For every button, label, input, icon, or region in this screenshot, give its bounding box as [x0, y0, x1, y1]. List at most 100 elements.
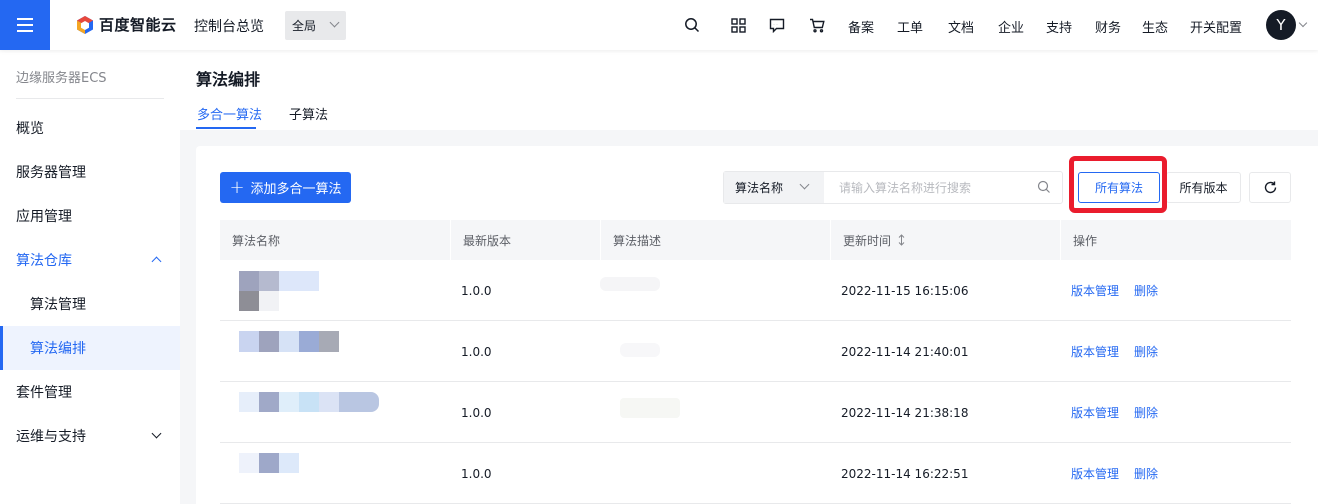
top-nav-bar: 百度智能云 控制台总览 全局 备案 工单 文档 企业 支持 财务 生态 开关配置…	[0, 0, 1318, 50]
sidebar-item-label: 算法仓库	[16, 253, 72, 269]
actions-cell: 版本管理 删除	[1071, 382, 1158, 443]
search-field-select[interactable]: 算法名称	[724, 172, 824, 203]
nav-link-enterprise[interactable]: 企业	[998, 17, 1024, 36]
active-tab-indicator	[196, 127, 256, 129]
menu-icon[interactable]	[0, 0, 50, 50]
add-button-label: 添加多合一算法	[250, 182, 342, 197]
redacted-description	[620, 398, 680, 418]
sidebar-item-algorithm-repo[interactable]: 算法仓库	[0, 238, 180, 282]
table-header: 算法名称 最新版本 算法描述 更新时间 操作	[220, 220, 1291, 260]
version-manage-link[interactable]: 版本管理	[1071, 404, 1119, 421]
sidebar: 边缘服务器ECS 概览 服务器管理 应用管理 算法仓库 算法管理 算法编排 套件…	[0, 50, 180, 504]
column-header-label: 算法描述	[613, 233, 662, 248]
nav-link-docs[interactable]: 文档	[948, 17, 974, 36]
actions-cell: 版本管理 删除	[1071, 321, 1158, 382]
brand-logo[interactable]: 百度智能云	[75, 14, 177, 35]
updated-time-cell: 2022-11-14 21:40:01	[841, 344, 969, 359]
tab-multi-in-one[interactable]: 多合一算法	[197, 104, 262, 123]
nav-link-ticket[interactable]: 工单	[897, 17, 923, 36]
column-header-label: 最新版本	[463, 233, 512, 248]
search-input[interactable]	[825, 172, 1035, 203]
sidebar-item-servers[interactable]: 服务器管理	[0, 150, 180, 194]
search-box: 算法名称	[723, 171, 1063, 204]
redacted-name	[319, 331, 339, 352]
nav-link-finance[interactable]: 财务	[1095, 17, 1121, 36]
sidebar-item-apps[interactable]: 应用管理	[0, 194, 180, 238]
version-manage-link[interactable]: 版本管理	[1071, 282, 1119, 299]
chevron-down-icon	[329, 17, 340, 28]
sidebar-item-suites[interactable]: 套件管理	[0, 370, 180, 414]
add-multi-algorithm-button[interactable]: + 添加多合一算法	[220, 172, 351, 203]
delete-link[interactable]: 删除	[1134, 404, 1158, 421]
avatar[interactable]: Y	[1266, 10, 1296, 40]
brand-logo-icon	[77, 15, 93, 34]
redacted-name	[239, 331, 259, 352]
version-manage-link[interactable]: 版本管理	[1071, 465, 1119, 482]
tab-sub-algorithm[interactable]: 子算法	[289, 104, 328, 123]
plus-icon: +	[229, 176, 245, 198]
sidebar-item-overview[interactable]: 概览	[0, 106, 180, 150]
search-icon[interactable]	[682, 15, 702, 35]
console-overview-link[interactable]: 控制台总览	[194, 16, 264, 36]
nav-link-filing[interactable]: 备案	[848, 17, 874, 36]
version-cell: 1.0.0	[461, 405, 492, 420]
version-cell: 1.0.0	[461, 344, 492, 359]
sidebar-item-label: 应用管理	[16, 209, 72, 225]
message-icon[interactable]	[767, 15, 787, 35]
redacted-name	[239, 392, 259, 412]
redacted-name	[239, 291, 259, 311]
actions-cell: 版本管理 删除	[1071, 260, 1158, 321]
nav-link-switch-config[interactable]: 开关配置	[1190, 17, 1242, 36]
chevron-down-icon	[151, 428, 162, 439]
version-manage-link[interactable]: 版本管理	[1071, 343, 1119, 360]
sidebar-divider	[16, 98, 164, 99]
filter-all-algorithms-button[interactable]: 所有算法	[1078, 172, 1160, 203]
redacted-name	[259, 271, 279, 291]
updated-time-cell: 2022-11-15 16:15:06	[841, 283, 969, 298]
column-header-label: 算法名称	[232, 233, 281, 248]
redacted-name	[279, 392, 299, 412]
sidebar-item-algorithm-orchestration[interactable]: 算法编排	[0, 326, 180, 370]
delete-link[interactable]: 删除	[1134, 343, 1158, 360]
chevron-down-icon[interactable]	[1298, 18, 1308, 28]
search-field-value: 算法名称	[735, 181, 784, 195]
column-header-description: 算法描述	[601, 220, 661, 260]
redacted-name	[259, 453, 279, 473]
delete-link[interactable]: 删除	[1134, 282, 1158, 299]
page-header: 算法编排 多合一算法 子算法	[180, 50, 1318, 130]
version-cell: 1.0.0	[461, 466, 492, 481]
brand-name: 百度智能云	[99, 16, 177, 34]
cart-icon[interactable]	[807, 15, 827, 35]
column-header-actions: 操作	[1061, 220, 1097, 260]
redacted-name	[259, 392, 279, 412]
sidebar-item-label: 服务器管理	[16, 165, 86, 181]
updated-time-cell: 2022-11-14 21:38:18	[841, 405, 969, 420]
sidebar-item-label: 算法管理	[30, 297, 86, 313]
column-header-updated[interactable]: 更新时间	[831, 220, 906, 260]
sidebar-item-label: 算法编排	[30, 341, 86, 357]
sidebar-item-ops-support[interactable]: 运维与支持	[0, 414, 180, 458]
sidebar-product-title: 边缘服务器ECS	[16, 71, 107, 86]
region-value: 全局	[292, 19, 317, 33]
actions-cell: 版本管理 删除	[1071, 443, 1158, 504]
nav-link-support[interactable]: 支持	[1046, 17, 1072, 36]
page-title: 算法编排	[196, 70, 261, 89]
redacted-name	[259, 291, 279, 311]
search-icon[interactable]	[1037, 180, 1051, 194]
table-row: 1.0.0 2022-11-14 21:38:18 版本管理 删除	[220, 382, 1291, 443]
filter-all-versions-button[interactable]: 所有版本	[1166, 172, 1241, 203]
sidebar-item-label: 运维与支持	[16, 429, 86, 445]
region-select[interactable]: 全局	[285, 11, 346, 40]
sidebar-item-label: 套件管理	[16, 385, 72, 401]
redacted-name	[299, 331, 319, 352]
delete-link[interactable]: 删除	[1134, 465, 1158, 482]
nav-link-ecosystem[interactable]: 生态	[1142, 17, 1168, 36]
redacted-name	[279, 453, 299, 473]
refresh-button[interactable]	[1249, 172, 1291, 203]
grid-apps-icon[interactable]	[728, 15, 748, 35]
column-header-name: 算法名称	[220, 220, 280, 260]
sort-icon[interactable]	[897, 234, 906, 246]
redacted-name	[279, 271, 319, 291]
sidebar-item-algorithm-manage[interactable]: 算法管理	[0, 282, 180, 326]
content-card: + 添加多合一算法 算法名称 所有算法 所有版本 算法名称 最新版本 算法描述 …	[196, 146, 1318, 504]
